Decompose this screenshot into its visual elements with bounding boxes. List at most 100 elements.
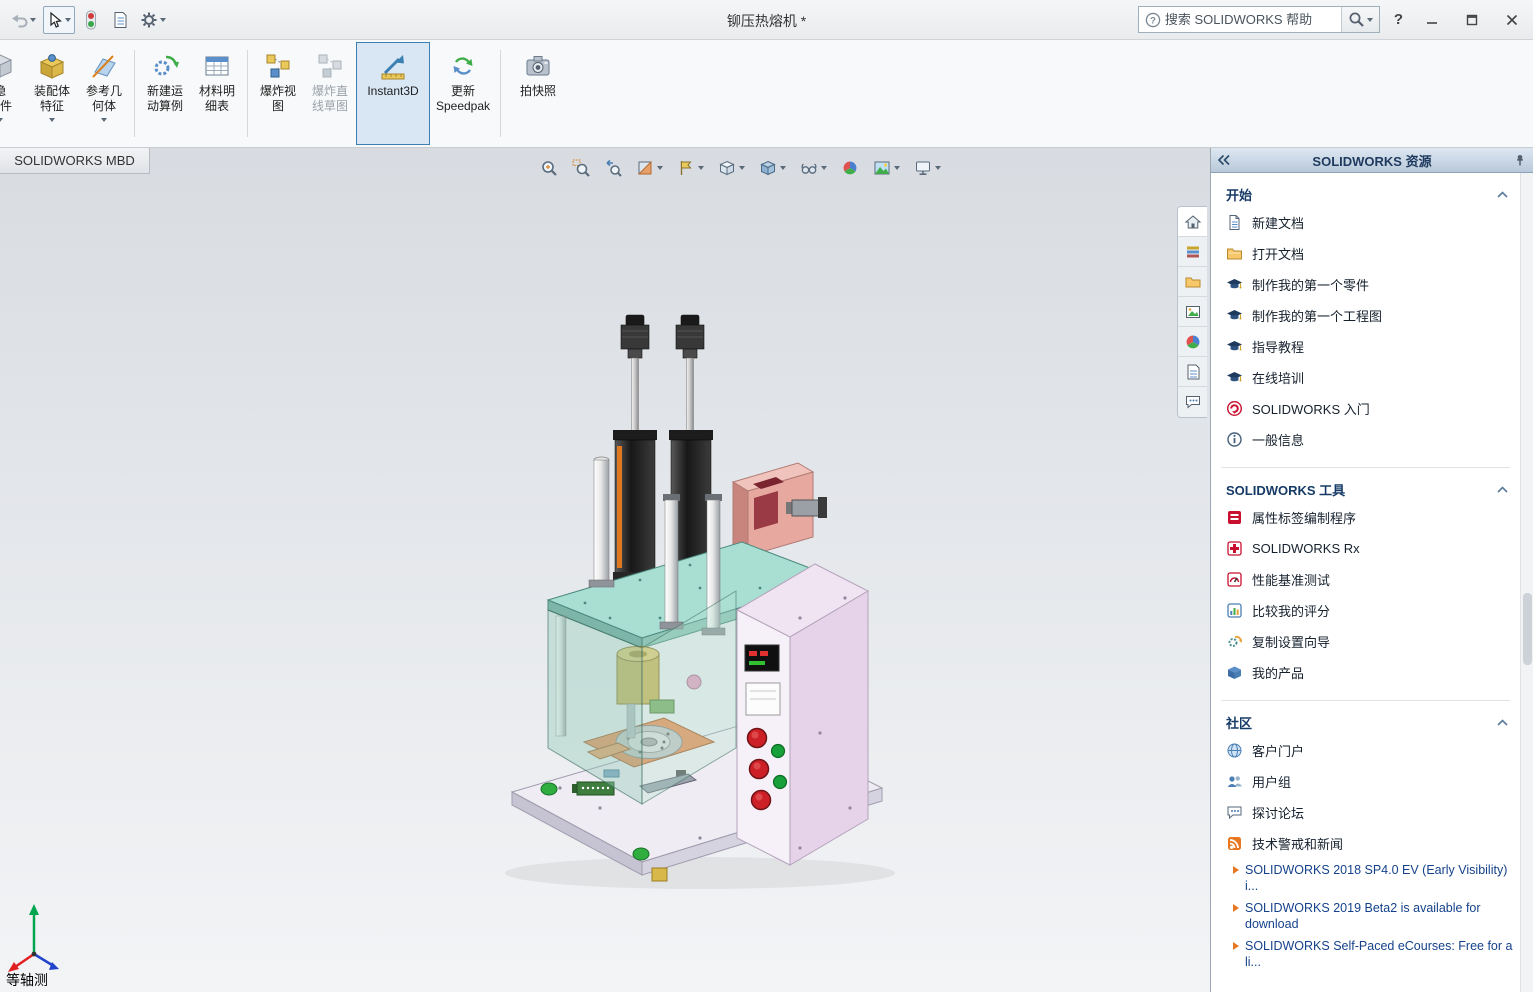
- close-icon: [1506, 14, 1518, 26]
- dropdown-caret-icon: [821, 166, 827, 170]
- taskpane-item-performance-benchmark[interactable]: 性能基准测试: [1211, 564, 1520, 595]
- maximize-button[interactable]: [1457, 7, 1487, 33]
- hide-parts-icon: [0, 51, 15, 81]
- ribbon-button-reference-geometry[interactable]: 参考几 何体: [78, 42, 130, 145]
- taskpane-item-first-drawing[interactable]: 制作我的第一个工程图: [1211, 300, 1520, 331]
- close-button[interactable]: [1497, 7, 1527, 33]
- select-dropdown-caret-icon: [65, 18, 71, 22]
- taskpane-item-customer-portal[interactable]: 客户门户: [1211, 735, 1520, 766]
- tab-custom-properties[interactable]: [1178, 357, 1207, 387]
- taskpane-item-new-document[interactable]: 新建文档: [1211, 207, 1520, 238]
- display-style-button[interactable]: [757, 155, 788, 181]
- search-box: ?: [1138, 6, 1380, 33]
- ribbon-button-exploded-view[interactable]: 爆炸视 图: [252, 42, 304, 145]
- section-start-header[interactable]: 开始: [1211, 181, 1520, 207]
- customer-portal-icon: [1226, 742, 1243, 759]
- ribbon-button-assembly-features[interactable]: 装配体 特征: [26, 42, 78, 145]
- taskpane-item-solidworks-rx[interactable]: SOLIDWORKS Rx: [1211, 533, 1520, 564]
- ribbon-button-update-speedpak[interactable]: 更新 Speedpak: [430, 42, 496, 145]
- taskpane-item-tutorials[interactable]: 指导教程: [1211, 331, 1520, 362]
- section-community-header[interactable]: 社区: [1211, 709, 1520, 735]
- taskpane-item-user-groups[interactable]: 用户组: [1211, 766, 1520, 797]
- section-tools-header[interactable]: SOLIDWORKS 工具: [1211, 476, 1520, 502]
- view-settings-button[interactable]: [912, 155, 943, 181]
- options-button[interactable]: [136, 6, 170, 34]
- ribbon-button-instant3d[interactable]: Instant3D: [356, 42, 430, 145]
- help-button[interactable]: ?: [1390, 11, 1407, 28]
- taskpane-item-property-tab-builder[interactable]: 属性标签编制程序: [1211, 502, 1520, 533]
- zoom-to-fit-button[interactable]: [538, 155, 560, 181]
- section-view-icon: [636, 159, 654, 177]
- select-tool-button[interactable]: [43, 6, 75, 34]
- dropdown-caret-icon: [739, 166, 745, 170]
- command-manager-ribbon: 隐 零件 装配体 特征 参考几 何体 新建运 动算例 材料明 细表: [0, 40, 1533, 148]
- quick-access-toolbar: [6, 6, 170, 34]
- news-link-item[interactable]: SOLIDWORKS Self-Paced eCourses: Free for…: [1211, 935, 1520, 973]
- solidworks-rx-icon: [1226, 540, 1243, 557]
- section-divider: [1221, 700, 1510, 701]
- annotation-views-button[interactable]: [675, 155, 706, 181]
- section-view-button[interactable]: [634, 155, 665, 181]
- tab-solidworks-mbd[interactable]: SOLIDWORKS MBD: [0, 148, 150, 174]
- property-tab-builder-icon: [1226, 509, 1243, 526]
- scrollbar-thumb[interactable]: [1523, 593, 1532, 665]
- collapse-chevrons-icon[interactable]: [1217, 154, 1231, 166]
- my-products-icon: [1226, 664, 1243, 681]
- taskpane-item-general-information[interactable]: 一般信息: [1211, 424, 1520, 455]
- taskpane-item-my-products[interactable]: 我的产品: [1211, 657, 1520, 688]
- document-properties-button[interactable]: [107, 6, 133, 34]
- view-settings-icon: [914, 159, 932, 177]
- dropdown-caret-icon: [780, 166, 786, 170]
- undo-button[interactable]: [6, 6, 40, 34]
- taskpane-item-technical-alerts-news[interactable]: 技术警戒和新闻: [1211, 828, 1520, 859]
- taskpane-scrollbar[interactable]: [1520, 173, 1533, 992]
- edit-appearance-button[interactable]: [839, 155, 861, 181]
- tab-file-explorer[interactable]: [1178, 267, 1207, 297]
- taskpane-item-discussion-forum[interactable]: 探讨论坛: [1211, 797, 1520, 828]
- ribbon-button-new-motion-study[interactable]: 新建运 动算例: [139, 42, 191, 145]
- hide-show-items-icon: [800, 159, 818, 177]
- news-link-item[interactable]: SOLIDWORKS 2018 SP4.0 EV (Early Visibili…: [1211, 859, 1520, 897]
- previous-view-button[interactable]: [602, 155, 624, 181]
- select-cursor-icon: [47, 11, 63, 29]
- undo-icon: [10, 11, 28, 29]
- maximize-icon: [1466, 14, 1478, 26]
- graphics-viewport[interactable]: SOLIDWORKS MBD 等轴测: [0, 148, 1210, 992]
- view-orientation-button[interactable]: [716, 155, 747, 181]
- ribbon-button-hide-parts[interactable]: 隐 零件: [0, 42, 26, 145]
- status-indicator-button[interactable]: [78, 6, 104, 34]
- solidworks-logo-icon: [1226, 400, 1243, 417]
- search-button[interactable]: [1341, 7, 1379, 32]
- apply-scene-button[interactable]: [871, 155, 902, 181]
- forum-bubble-icon: [1184, 393, 1202, 411]
- news-link-item[interactable]: SOLIDWORKS 2019 Beta2 is available for d…: [1211, 897, 1520, 935]
- tab-solidworks-resources[interactable]: [1178, 207, 1207, 237]
- benchmark-gauge-icon: [1226, 571, 1243, 588]
- ribbon-button-take-snapshot[interactable]: 拍快照: [505, 42, 571, 145]
- taskpane-item-first-part[interactable]: 制作我的第一个零件: [1211, 269, 1520, 300]
- help-circle-icon: ?: [1145, 12, 1161, 28]
- display-style-icon: [759, 159, 777, 177]
- taskpane-item-solidworks-intro[interactable]: SOLIDWORKS 入门: [1211, 393, 1520, 424]
- taskpane-header: SOLIDWORKS 资源: [1211, 148, 1533, 173]
- machine-model[interactable]: [0, 148, 1210, 992]
- taskpane-item-online-training[interactable]: 在线培训: [1211, 362, 1520, 393]
- taskpane-item-copy-settings-wizard[interactable]: 复制设置向导: [1211, 626, 1520, 657]
- pin-icon[interactable]: [1513, 153, 1527, 167]
- tab-appearances[interactable]: [1178, 327, 1207, 357]
- taskpane-body: 开始 新建文档 打开文档 制作我的第一个零件 制作我的第一个工程图 指导: [1211, 173, 1533, 992]
- tab-view-palette[interactable]: [1178, 297, 1207, 327]
- tab-design-library[interactable]: [1178, 237, 1207, 267]
- ribbon-separator: [134, 50, 135, 137]
- solidworks-window: 铆压热熔机 * ? ? 隐: [0, 0, 1533, 992]
- taskpane-item-open-document[interactable]: 打开文档: [1211, 238, 1520, 269]
- minimize-button[interactable]: [1417, 7, 1447, 33]
- tutorial-cap-icon: [1226, 276, 1243, 293]
- reference-geometry-icon: [89, 51, 119, 81]
- tab-forum[interactable]: [1178, 387, 1207, 417]
- taskpane-item-compare-my-score[interactable]: 比较我的评分: [1211, 595, 1520, 626]
- hide-show-items-button[interactable]: [798, 155, 829, 181]
- zoom-to-area-button[interactable]: [570, 155, 592, 181]
- search-input[interactable]: [1161, 12, 1341, 27]
- ribbon-button-bill-of-materials[interactable]: 材料明 细表: [191, 42, 243, 145]
